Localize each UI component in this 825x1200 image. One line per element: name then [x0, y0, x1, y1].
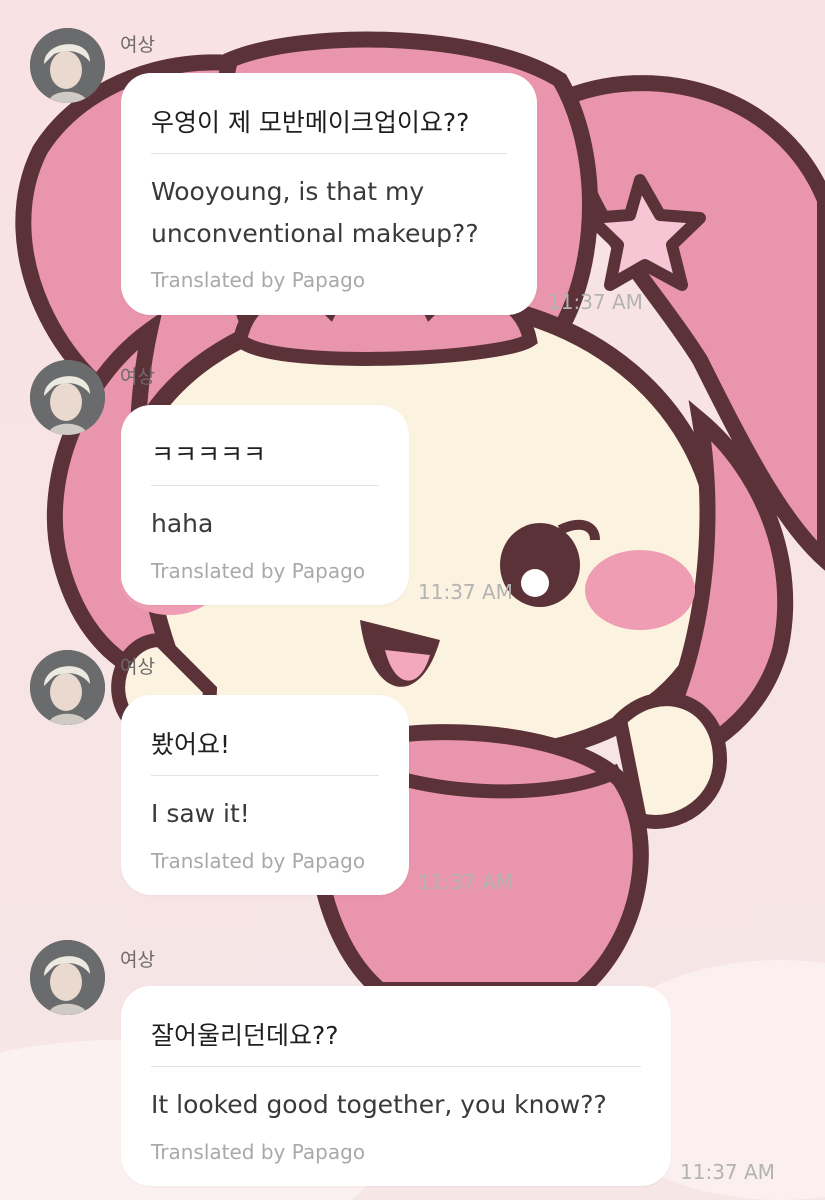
avatar-photo-icon — [30, 940, 105, 1015]
sender-avatar[interactable] — [30, 28, 105, 103]
translation-divider — [151, 775, 379, 776]
message-bubble[interactable]: 잘어울리던데요?? It looked good together, you k… — [121, 986, 671, 1186]
sender-name: 여상 — [120, 949, 155, 971]
original-text: 우영이 제 모반메이크업이요?? — [151, 108, 470, 137]
translation-credit: Translated by Papago — [151, 849, 366, 873]
translation-divider — [151, 153, 507, 154]
translation-credit: Translated by Papago — [151, 268, 366, 292]
translated-text: I saw it! — [151, 799, 250, 828]
message-bubble[interactable]: 우영이 제 모반메이크업이요?? Wooyoung, is that my un… — [121, 73, 537, 315]
sender-avatar[interactable] — [30, 940, 105, 1015]
message-timestamp: 11:37 AM — [680, 1160, 775, 1184]
sender-avatar[interactable] — [30, 360, 105, 435]
message-timestamp: 11:37 AM — [418, 870, 513, 894]
translated-text: It looked good together, you know?? — [151, 1090, 607, 1119]
avatar-photo-icon — [30, 28, 105, 103]
sender-name: 여상 — [120, 656, 155, 678]
translated-text: Wooyoung, is that my unconventional make… — [151, 177, 479, 248]
original-text: 봤어요! — [151, 730, 231, 759]
translation-credit: Translated by Papago — [151, 1140, 366, 1164]
translation-divider — [151, 485, 379, 486]
sender-name: 여상 — [120, 366, 155, 388]
sender-name: 여상 — [120, 34, 155, 56]
message-bubble[interactable]: 봤어요! I saw it! Translated by Papago — [121, 695, 409, 895]
message-timestamp: 11:37 AM — [418, 580, 513, 604]
sender-avatar[interactable] — [30, 650, 105, 725]
translated-text: haha — [151, 509, 214, 538]
translation-credit: Translated by Papago — [151, 559, 366, 583]
translation-divider — [151, 1066, 641, 1067]
message-timestamp: 11:37 AM — [548, 290, 643, 314]
original-text: ㅋㅋㅋㅋㅋ — [151, 440, 267, 469]
avatar-photo-icon — [30, 360, 105, 435]
original-text: 잘어울리던데요?? — [151, 1021, 339, 1050]
message-bubble[interactable]: ㅋㅋㅋㅋㅋ haha Translated by Papago — [121, 405, 409, 605]
avatar-photo-icon — [30, 650, 105, 725]
